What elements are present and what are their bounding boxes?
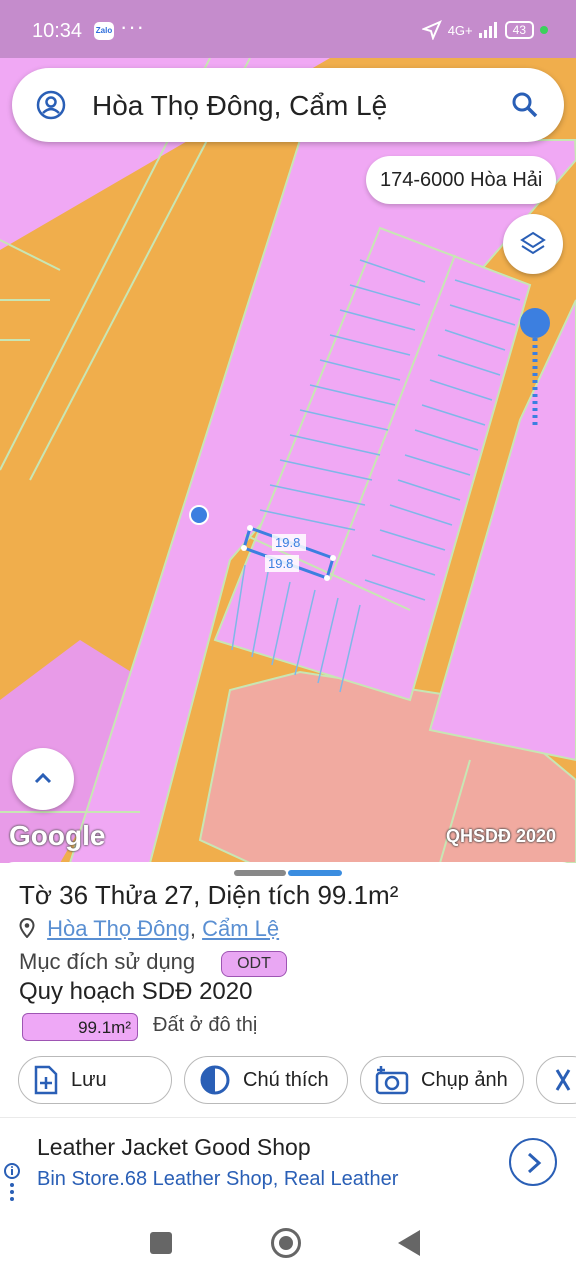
search-bar[interactable]: Hòa Thọ Đông, Cẩm Lệ <box>12 68 564 142</box>
network-type-label: 4G+ <box>447 22 473 38</box>
current-location-dot <box>189 505 209 525</box>
search-icon[interactable] <box>510 90 540 120</box>
signal-icon <box>478 22 497 38</box>
location-separator: , <box>189 916 196 941</box>
location-row: Hòa Thọ Đông, Cẩm Lệ <box>19 916 279 942</box>
save-button[interactable]: Lưu <box>18 1056 172 1104</box>
area-code-chip[interactable]: 174-6000 Hòa Hải <box>366 156 557 204</box>
sheet-handle-active[interactable] <box>288 870 342 876</box>
location-arrow-icon <box>421 20 442 40</box>
navigation-bar <box>0 1208 576 1280</box>
district-link[interactable]: Cẩm Lệ <box>202 916 279 941</box>
back-button[interactable] <box>398 1230 420 1256</box>
search-input[interactable]: Hòa Thọ Đông, Cẩm Lệ <box>92 90 387 122</box>
parcel-width-label: 19.8 <box>275 535 300 550</box>
camera-icon <box>375 1066 409 1095</box>
land-type-label: Đất ở đô thị <box>153 1014 258 1036</box>
layers-icon <box>520 231 546 255</box>
zoom-slider-handle[interactable] <box>520 308 550 338</box>
expand-up-button[interactable] <box>12 748 74 810</box>
parcel-width-label: 19.8 <box>268 556 293 571</box>
status-indicators: 4G+ 43 <box>421 20 548 40</box>
parcel-details-sheet[interactable]: Tờ 36 Thửa 27, Diện tích 99.1m² Hòa Thọ … <box>0 862 576 1208</box>
save-button-label: Lưu <box>71 1068 107 1091</box>
legend-button-label: Chú thích <box>243 1068 329 1091</box>
plan-title: Quy hoạch SDĐ 2020 <box>19 978 253 1005</box>
ad-title[interactable]: Leather Jacket Good Shop <box>37 1134 311 1161</box>
status-time: 10:34 <box>32 20 83 42</box>
map-source-label: QHSDĐ 2020 <box>446 826 557 846</box>
account-icon[interactable] <box>36 90 66 120</box>
legend-button[interactable]: Chú thích <box>184 1056 348 1104</box>
screenshot-button-label: Chụp ảnh <box>421 1068 508 1091</box>
action-buttons: Lưu Chú thích Chụp ảnh <box>0 1056 576 1106</box>
purpose-code-badge: ODT <box>221 951 287 977</box>
share-icon <box>555 1069 571 1091</box>
area-value-box: 99.1m² <box>22 1013 138 1041</box>
privacy-dot-icon <box>540 26 548 34</box>
home-button[interactable] <box>271 1228 301 1258</box>
status-bar: 10:34 Zalo ··· 4G+ 43 <box>0 0 576 58</box>
share-button[interactable] <box>536 1056 576 1104</box>
battery-icon: 43 <box>504 21 534 39</box>
zalo-app-icon: Zalo <box>94 22 114 40</box>
parcel-title: Tờ 36 Thửa 27, Diện tích 99.1m² <box>19 880 399 910</box>
contrast-icon <box>200 1065 230 1095</box>
more-notifications-icon: ··· <box>120 14 145 39</box>
add-file-icon <box>34 1065 58 1095</box>
screenshot-button[interactable]: Chụp ảnh <box>360 1056 524 1104</box>
chevron-right-icon <box>527 1152 542 1174</box>
info-icon[interactable] <box>4 1163 20 1203</box>
ad-open-button[interactable] <box>509 1138 557 1186</box>
layers-button[interactable] <box>503 214 563 274</box>
ward-link[interactable]: Hòa Thọ Đông <box>47 916 190 941</box>
sheet-handle[interactable] <box>234 870 286 876</box>
ad-banner[interactable]: Leather Jacket Good Shop Bin Store.68 Le… <box>0 1117 576 1209</box>
google-logo: Google <box>9 820 106 851</box>
chevron-up-icon <box>34 772 52 784</box>
pin-icon <box>19 918 35 938</box>
ad-subtitle[interactable]: Bin Store.68 Leather Shop, Real Leather <box>37 1168 398 1191</box>
purpose-label: Mục đích sử dụng <box>19 949 196 974</box>
recent-apps-button[interactable] <box>150 1232 172 1254</box>
